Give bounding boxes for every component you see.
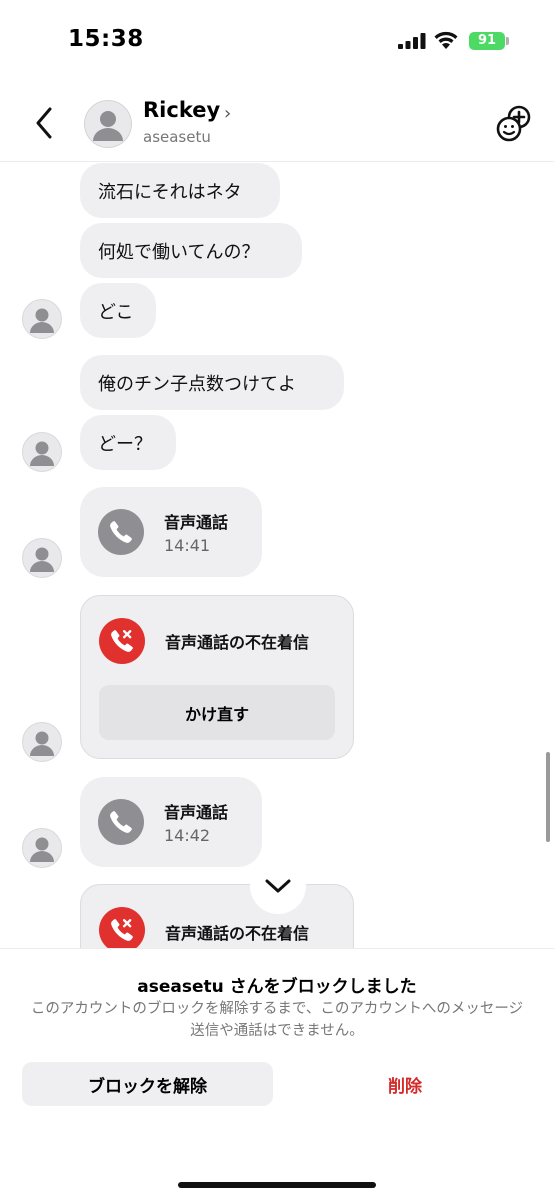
header-divider	[0, 161, 554, 162]
call-card[interactable]: 音声通話 14:41	[80, 487, 262, 577]
cellular-signal-icon	[398, 33, 426, 49]
chevron-down-icon	[265, 879, 291, 893]
avatar-placeholder-icon	[30, 837, 54, 862]
call-title: 音声通話	[164, 513, 229, 532]
sender-avatar[interactable]	[22, 538, 62, 578]
call-time: 14:42	[164, 826, 211, 845]
sender-avatar[interactable]	[22, 299, 62, 339]
call-title: 音声通話	[164, 803, 229, 822]
battery-tip	[506, 37, 509, 45]
message-bubble[interactable]: 流石にそれはネタ	[80, 163, 280, 218]
sender-avatar[interactable]	[22, 828, 62, 868]
missed-call-icon	[99, 907, 145, 953]
home-indicator[interactable]	[178, 1182, 376, 1188]
message-bubble[interactable]: どこ	[80, 283, 156, 338]
avatar-placeholder-icon	[30, 308, 54, 333]
call-card[interactable]: 音声通話 14:42	[80, 777, 262, 867]
header-avatar[interactable]	[84, 100, 132, 148]
chevron-right-icon[interactable]: ›	[224, 103, 231, 124]
call-title: 音声通話の不在着信	[165, 924, 310, 943]
contact-handle: aseasetu	[143, 128, 211, 146]
add-people-button[interactable]	[494, 104, 534, 144]
avatar-placeholder-icon	[30, 547, 54, 572]
avatar-placeholder-icon	[93, 111, 123, 141]
missed-call-card[interactable]: 音声通話の不在着信 かけ直す	[80, 595, 354, 759]
message-bubble[interactable]: 何処で働いてんの？	[80, 223, 302, 278]
phone-icon	[98, 799, 144, 845]
delete-button[interactable]: 削除	[282, 1062, 528, 1106]
message-bubble[interactable]: どー？	[80, 415, 176, 470]
battery-indicator: 91	[469, 32, 505, 50]
contact-name[interactable]: Rickey	[143, 98, 220, 122]
call-time: 14:41	[164, 536, 211, 555]
redial-button[interactable]: かけ直す	[99, 685, 335, 740]
message-bubble[interactable]: 俺のチン子点数つけてよ	[80, 355, 344, 410]
phone-icon	[98, 509, 144, 555]
unblock-button[interactable]: ブロックを解除	[22, 1062, 273, 1106]
blocked-description: このアカウントのブロックを解除するまで、このアカウントへのメッセージ送信や通話は…	[30, 1001, 524, 1039]
scroll-to-bottom-button[interactable]	[250, 858, 306, 914]
sender-avatar[interactable]	[22, 722, 62, 762]
blocked-title: aseasetu さんをブロックしました	[137, 977, 417, 997]
scrollbar[interactable]	[546, 752, 550, 842]
avatar-placeholder-icon	[30, 731, 54, 756]
avatar-placeholder-icon	[30, 441, 54, 466]
sender-avatar[interactable]	[22, 432, 62, 472]
call-title: 音声通話の不在着信	[165, 633, 310, 652]
back-button[interactable]	[28, 104, 62, 142]
wifi-icon	[434, 31, 458, 49]
missed-call-icon	[99, 618, 145, 664]
status-time: 15:38	[68, 26, 144, 52]
